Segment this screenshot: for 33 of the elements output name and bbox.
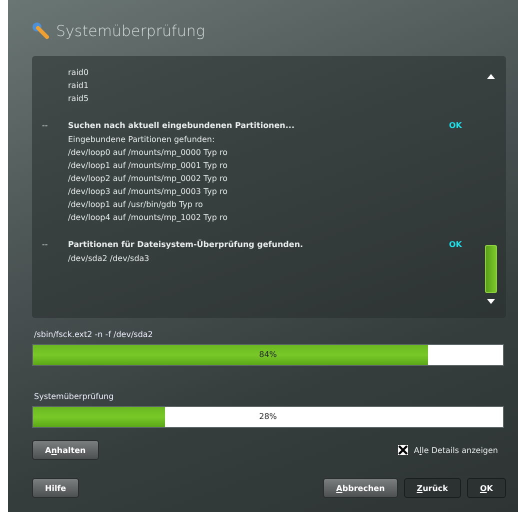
- progress-reading: 28%: [258, 411, 278, 423]
- step-marker: --: [42, 121, 49, 130]
- step-title: Suchen nach aktuell eingebundenen Partitionen...: [68, 121, 296, 130]
- log-line: raid0: [68, 68, 89, 77]
- dialog-button[interactable]: Zurück: [404, 478, 461, 498]
- step-status: OK: [449, 121, 462, 130]
- log-line: Eingebundene Partitionen gefunden:: [68, 135, 215, 144]
- log-line: /dev/loop4 auf /mounts/mp_1002 Typ ro: [68, 213, 228, 222]
- scrollbar-thumb[interactable]: [485, 245, 497, 293]
- progress-label: /sbin/fsck.ext2 -n -f /dev/sda2: [33, 329, 154, 341]
- dialog-button[interactable]: Abbrechen: [323, 478, 398, 498]
- log-line: /dev/loop0 auf /mounts/mp_0000 Typ ro: [68, 148, 228, 157]
- details-checkbox-label[interactable]: Alle Details anzeigen: [414, 446, 498, 454]
- log-line: /dev/sda2 /dev/sda3: [68, 254, 150, 263]
- log-line: /dev/loop3 auf /mounts/mp_0003 Typ ro: [68, 187, 228, 196]
- log-line: raid5: [68, 94, 89, 103]
- log-line: /dev/loop1 auf /usr/bin/gdb Typ ro: [68, 200, 203, 209]
- progress-label: Systemüberprüfung: [33, 391, 115, 403]
- step-title: Partitionen für Dateisystem-Überprüfung gefunden.: [68, 240, 304, 249]
- scroll-down-icon[interactable]: [487, 299, 495, 304]
- progress-reading: 84%: [258, 349, 278, 361]
- log-line: raid1: [68, 81, 89, 90]
- wrench-icon: [32, 22, 50, 40]
- stop-button[interactable]: Anhalten: [32, 440, 99, 460]
- window-title: Systemüberprüfung: [56, 22, 205, 40]
- log-line: /dev/loop2 auf /mounts/mp_0002 Typ ro: [68, 174, 228, 183]
- scroll-up-icon[interactable]: [487, 74, 495, 79]
- log-line: /dev/loop1 auf /mounts/mp_0001 Typ ro: [68, 161, 228, 170]
- details-checkbox[interactable]: [398, 445, 408, 455]
- help-button[interactable]: Hilfe: [32, 478, 80, 498]
- step-status: OK: [449, 240, 462, 249]
- step-marker: --: [42, 240, 49, 249]
- dialog-button[interactable]: OK: [466, 478, 506, 498]
